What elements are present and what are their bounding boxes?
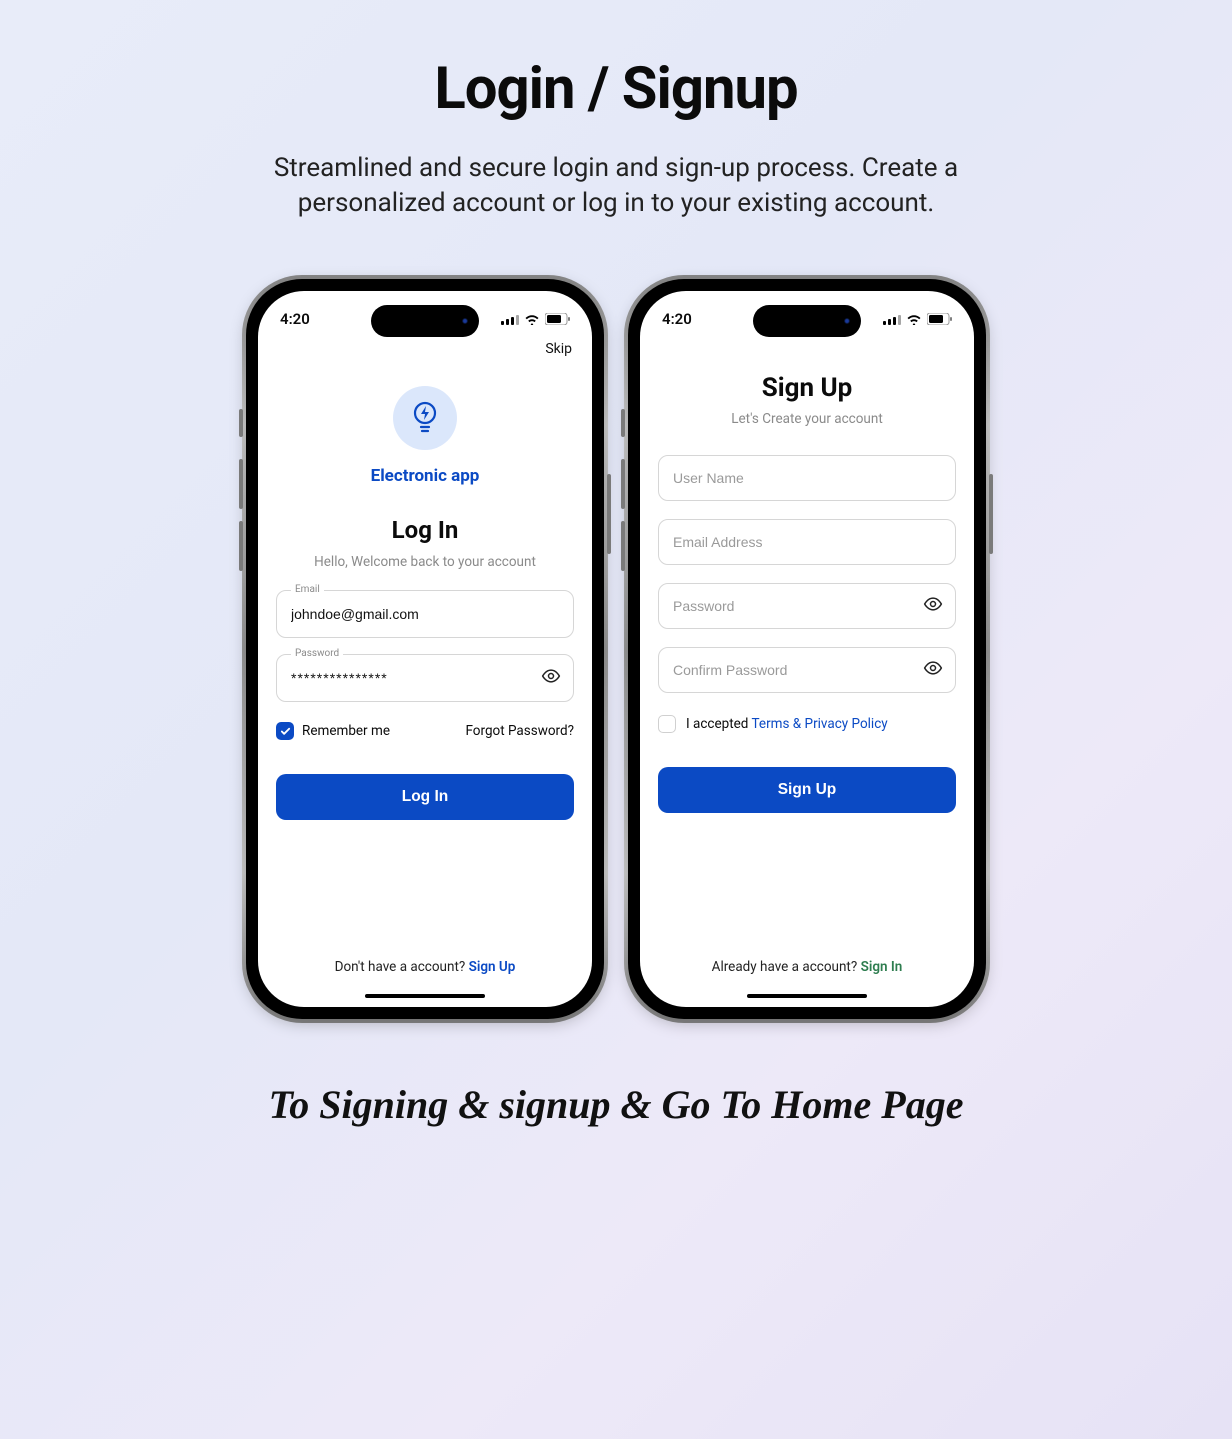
wifi-icon xyxy=(906,314,922,325)
dynamic-island xyxy=(753,305,861,337)
app-logo xyxy=(393,386,457,450)
bottom-caption: To Signing & signup & Go To Home Page xyxy=(0,1081,1232,1128)
phone-login: 4:20 Skip Electronic app Log In Hello, W… xyxy=(246,279,604,1019)
remember-checkbox[interactable]: Remember me xyxy=(276,722,390,740)
email-field-wrapper xyxy=(658,519,956,565)
home-indicator xyxy=(747,994,867,998)
bulb-bolt-icon xyxy=(410,400,440,436)
password-field-wrapper: Password xyxy=(276,654,574,702)
signup-subtext: Let's Create your account xyxy=(640,411,974,427)
password-input[interactable] xyxy=(659,584,955,628)
accept-text: I accepted xyxy=(686,716,752,732)
status-icons xyxy=(501,313,570,325)
signup-heading: Sign Up xyxy=(640,373,974,403)
email-input[interactable] xyxy=(659,520,955,564)
confirm-password-input[interactable] xyxy=(659,648,955,692)
status-time: 4:20 xyxy=(280,310,310,328)
battery-icon xyxy=(927,313,952,325)
password-field-wrapper xyxy=(658,583,956,629)
signin-link[interactable]: Sign In xyxy=(861,959,903,975)
email-label: Email xyxy=(291,584,324,595)
login-footer: Don't have a account? Sign Up xyxy=(258,959,592,975)
confirm-password-field-wrapper xyxy=(658,647,956,693)
skip-button[interactable]: Skip xyxy=(545,341,572,357)
login-button[interactable]: Log In xyxy=(276,774,574,820)
signup-link[interactable]: Sign Up xyxy=(469,959,516,975)
login-subtext: Hello, Welcome back to your account xyxy=(258,554,592,570)
checkbox-unchecked-icon[interactable] xyxy=(658,715,676,733)
page-subtitle: Streamlined and secure login and sign-up… xyxy=(216,151,1016,221)
password-input[interactable] xyxy=(277,655,573,701)
status-time: 4:20 xyxy=(662,310,692,328)
signup-button[interactable]: Sign Up xyxy=(658,767,956,813)
username-field-wrapper xyxy=(658,455,956,501)
eye-icon[interactable] xyxy=(923,658,943,682)
dynamic-island xyxy=(371,305,479,337)
signal-icon xyxy=(883,314,901,325)
signal-icon xyxy=(501,314,519,325)
page-title: Login / Signup xyxy=(0,55,1232,123)
home-indicator xyxy=(365,994,485,998)
remember-label: Remember me xyxy=(302,723,390,739)
password-label: Password xyxy=(291,648,343,659)
signup-footer: Already have a account? Sign In xyxy=(640,959,974,975)
terms-link[interactable]: Terms & Privacy Policy xyxy=(752,716,888,732)
app-name: Electronic app xyxy=(258,466,592,486)
phone-mockups: 4:20 Skip Electronic app Log In Hello, W… xyxy=(0,279,1232,1019)
signup-footer-text: Already have a account? xyxy=(712,959,861,975)
accept-terms-row[interactable]: I accepted Terms & Privacy Policy xyxy=(658,715,956,733)
forgot-password-link[interactable]: Forgot Password? xyxy=(465,723,574,739)
checkbox-checked-icon xyxy=(276,722,294,740)
battery-icon xyxy=(545,313,570,325)
eye-icon[interactable] xyxy=(541,666,561,690)
status-icons xyxy=(883,313,952,325)
login-heading: Log In xyxy=(258,516,592,544)
email-input[interactable] xyxy=(277,591,573,637)
email-field-wrapper: Email xyxy=(276,590,574,638)
phone-signup: 4:20 Sign Up Let's Create your account xyxy=(628,279,986,1019)
eye-icon[interactable] xyxy=(923,594,943,618)
username-input[interactable] xyxy=(659,456,955,500)
wifi-icon xyxy=(524,314,540,325)
login-footer-text: Don't have a account? xyxy=(335,959,469,975)
